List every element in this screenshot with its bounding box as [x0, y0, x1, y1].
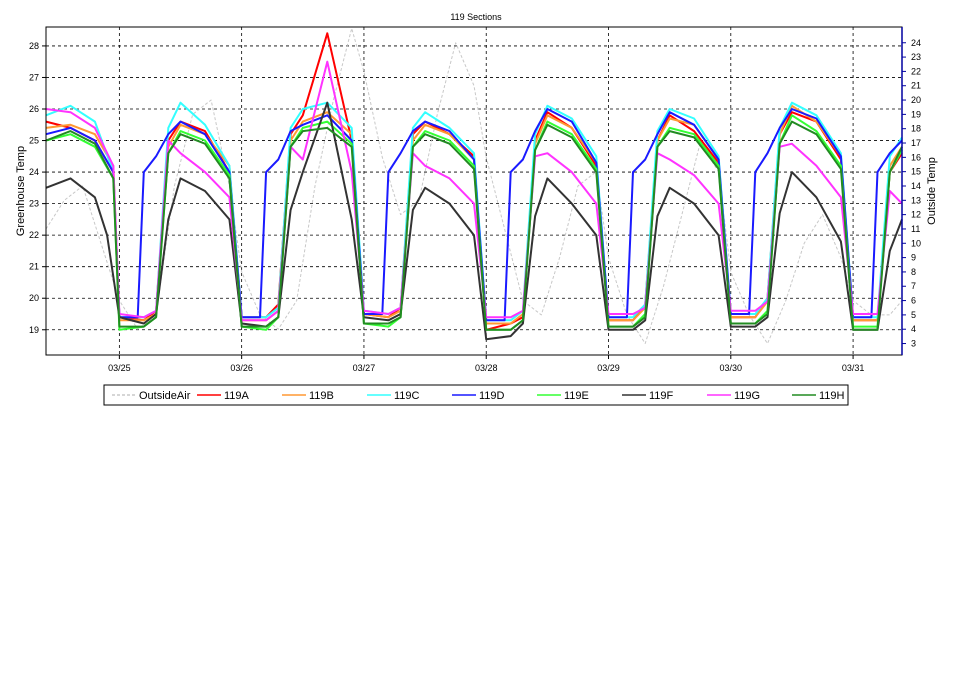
y2-tick-label: 11	[911, 224, 920, 234]
y-tick-label: 27	[29, 72, 39, 82]
grid	[46, 27, 902, 355]
series-group	[45, 27, 903, 344]
y2-axis-title: Outside Temp	[926, 157, 938, 225]
y-tick-label: 22	[29, 230, 39, 240]
y-axis-right: 3 4 5 6 7 8 9 10 11 12 13 14 15 16 17 18 19 20 21 22 23 24	[902, 38, 921, 349]
legend-label: 119A	[224, 390, 250, 402]
y2-tick-label: 22	[911, 66, 921, 76]
plot-frame	[45, 26, 903, 356]
y2-tick-label: 24	[911, 38, 921, 48]
y2-tick-label: 7	[911, 281, 916, 291]
chart-title: 119 Sections	[450, 12, 502, 22]
x-tick-label: 03/26	[230, 363, 253, 373]
y2-tick-label: 13	[911, 195, 921, 205]
y2-tick-label: 20	[911, 95, 921, 105]
y2-tick-label: 9	[911, 253, 916, 263]
y2-tick-label: 3	[911, 339, 916, 349]
y2-tick-label: 21	[911, 81, 921, 91]
y2-tick-label: 4	[911, 324, 916, 334]
y2-tick-label: 16	[911, 152, 921, 162]
y2-tick-label: 10	[911, 238, 921, 248]
x-tick-label: 03/25	[108, 363, 131, 373]
y2-tick-label: 6	[911, 296, 916, 306]
legend-label: 119H	[819, 390, 845, 402]
legend-label: 119C	[394, 390, 420, 402]
y-tick-label: 24	[29, 167, 39, 177]
y-axis-title: Greenhouse Temp	[15, 146, 27, 236]
y2-tick-label: 15	[911, 167, 921, 177]
y-tick-label: 28	[29, 41, 39, 51]
x-tick-label: 03/30	[720, 363, 743, 373]
x-axis: 03/25 03/26 03/27 03/28 03/29 03/30 03/31	[108, 355, 864, 373]
y-tick-label: 25	[29, 136, 39, 146]
y2-tick-label: 12	[911, 210, 921, 220]
y-tick-label: 26	[29, 104, 39, 114]
y-tick-label: 20	[29, 293, 39, 303]
legend-label: 119B	[309, 390, 334, 402]
line-chart: 119 Sections 03/25 03/26 03/27 03/28 03/29 03…	[15, 12, 938, 406]
y2-tick-label: 19	[911, 109, 921, 119]
legend-label: 119G	[734, 390, 760, 402]
legend: OutsideAir 119A 119B 119C 119D 119E 119F 119G 11…	[103, 384, 849, 406]
y-tick-label: 23	[29, 199, 39, 209]
x-tick-label: 03/31	[842, 363, 865, 373]
y-axis-left: 19 20 21 22 23 24 25 26 27 28	[29, 41, 46, 335]
series-line-119g	[45, 60, 903, 322]
y2-tick-label: 23	[911, 52, 921, 62]
x-tick-label: 03/28	[475, 363, 498, 373]
y-tick-label: 19	[29, 325, 39, 335]
legend-label: OutsideAir	[139, 390, 191, 402]
legend-label: 119F	[649, 390, 674, 402]
y2-tick-label: 5	[911, 310, 916, 320]
y2-tick-label: 18	[911, 124, 921, 134]
y2-tick-label: 14	[911, 181, 921, 191]
legend-label: 119E	[564, 390, 589, 402]
x-tick-label: 03/29	[597, 363, 620, 373]
legend-label: 119D	[479, 390, 505, 402]
series-line-outsideair	[45, 27, 903, 344]
y2-tick-label: 8	[911, 267, 916, 277]
y-tick-label: 21	[29, 262, 39, 272]
x-tick-label: 03/27	[353, 363, 376, 373]
y2-tick-label: 17	[911, 138, 921, 148]
